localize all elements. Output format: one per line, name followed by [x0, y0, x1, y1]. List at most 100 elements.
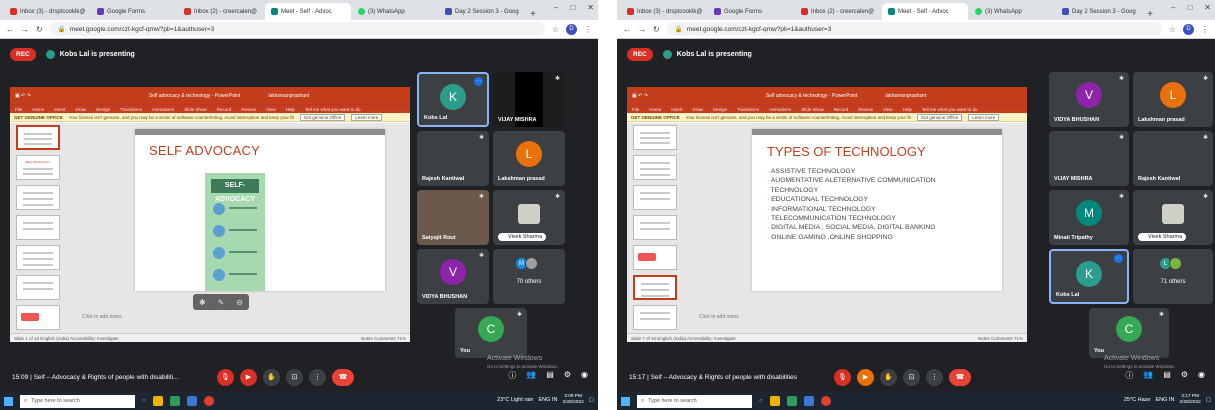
lock-icon[interactable]: ◉: [1198, 370, 1205, 381]
chat-icon[interactable]: ▤: [546, 370, 554, 381]
lock-icon[interactable]: ◉: [581, 370, 588, 381]
self-tile[interactable]: C ✱ You: [1089, 308, 1169, 358]
browser-tab[interactable]: Google Forms: [91, 3, 177, 20]
others-tile[interactable]: L 71 others: [1133, 249, 1213, 304]
minimize-icon[interactable]: –: [554, 3, 558, 12]
browser-tab[interactable]: Google Forms: [708, 3, 794, 20]
forward-icon[interactable]: →: [638, 25, 646, 34]
activities-icon[interactable]: ⚙: [1181, 370, 1188, 381]
participant-tile[interactable]: ✱ Rajesh Kantiwal: [1133, 131, 1213, 186]
leave-call-button[interactable]: ☎: [949, 368, 971, 386]
edge-icon[interactable]: [169, 396, 180, 406]
new-tab-button[interactable]: +: [1143, 9, 1157, 20]
browser-tab[interactable]: (3) WhatsApp: [969, 3, 1055, 20]
notification-icon[interactable]: ▢: [1206, 397, 1211, 403]
people-icon[interactable]: 👥: [1143, 370, 1153, 381]
explorer-icon[interactable]: [152, 396, 163, 406]
maximize-icon[interactable]: □: [1187, 3, 1192, 12]
url-input[interactable]: 🔒 meet.google.com/czt-kgcf-qmw?pli=1&auth…: [666, 22, 1162, 36]
profile-avatar[interactable]: D: [566, 23, 577, 35]
reload-icon[interactable]: ↻: [653, 25, 660, 34]
participant-tile[interactable]: V ✱ VIDYA BHUSHAN: [1049, 72, 1129, 127]
weather-widget[interactable]: 25°C Haze: [1124, 397, 1151, 403]
lang-indicator[interactable]: ENG IN: [539, 397, 558, 403]
url-input[interactable]: 🔒 meet.google.com/czt-kgcf-qmw?pli=1&auth…: [49, 22, 545, 36]
raise-hand-button[interactable]: ✋: [880, 368, 897, 386]
info-icon[interactable]: ⓘ: [1125, 370, 1133, 381]
participant-tile[interactable]: ✱ VIJAY MISHRA: [1049, 131, 1129, 186]
more-options-icon[interactable]: ⋯: [474, 77, 483, 86]
new-tab-button[interactable]: +: [526, 9, 540, 20]
camera-off-button[interactable]: ▶: [857, 368, 874, 386]
mic-off-button[interactable]: 🎙: [217, 368, 234, 386]
edge-icon[interactable]: [786, 396, 797, 406]
store-icon[interactable]: [186, 396, 197, 406]
participant-tile[interactable]: L ✱ Lakshman prasad: [1133, 72, 1213, 127]
participant-tile[interactable]: M ✱ Minati Tripathy: [1049, 190, 1129, 245]
activities-icon[interactable]: ⚙: [564, 370, 571, 381]
self-tile[interactable]: C ✱ You: [455, 308, 527, 358]
participant-tile[interactable]: V ✱ VIDYA BHUSHAN: [417, 249, 489, 304]
close-icon[interactable]: ✕: [587, 3, 594, 12]
browser-tab[interactable]: Day 2 Session 3 - Goog: [1056, 3, 1142, 20]
participant-tile[interactable]: ✱ VIJAY MISHRA: [493, 72, 565, 127]
browser-tab[interactable]: Inbox (3) - drsptcooklk@: [621, 3, 707, 20]
explorer-icon[interactable]: [769, 396, 780, 406]
taskview-icon[interactable]: ○: [142, 398, 146, 404]
mic-off-button[interactable]: 🎙: [834, 368, 851, 386]
others-tile[interactable]: M 70 others: [493, 249, 565, 304]
notification-icon[interactable]: ▢: [589, 397, 594, 403]
browser-tab[interactable]: Inbox (3) - drsptcooklk@: [4, 3, 90, 20]
chat-icon[interactable]: ▤: [1163, 370, 1171, 381]
participant-tile[interactable]: K ⋯ Kobs Lal: [417, 72, 489, 127]
maximize-icon[interactable]: □: [570, 3, 575, 12]
browser-tab-active[interactable]: Meet - Self - Advoc: [882, 3, 968, 20]
participant-tile[interactable]: ✱ Satyajit Rout: [417, 190, 489, 245]
minimize-icon[interactable]: –: [1171, 3, 1175, 12]
back-icon[interactable]: ←: [6, 25, 14, 34]
browser-tab[interactable]: Inbox (2) - creercalen@: [178, 3, 264, 20]
menu-icon[interactable]: ⋮: [584, 25, 592, 34]
chrome-icon[interactable]: [820, 396, 831, 406]
windows-start-icon[interactable]: [621, 396, 630, 406]
close-icon[interactable]: ✕: [1204, 3, 1211, 12]
taskview-icon[interactable]: ○: [759, 398, 763, 404]
minus-icon[interactable]: ⊖: [236, 298, 243, 307]
chrome-icon[interactable]: [203, 396, 214, 406]
pin-icon[interactable]: ✱: [199, 298, 206, 307]
leave-call-button[interactable]: ☎: [332, 368, 354, 386]
star-icon[interactable]: ☆: [552, 25, 559, 34]
browser-tab[interactable]: Day 2 Session 3 - Goog: [439, 3, 525, 20]
participant-tile[interactable]: L Lakshman prasad: [493, 131, 565, 186]
star-icon[interactable]: ☆: [1169, 25, 1176, 34]
store-icon[interactable]: [803, 396, 814, 406]
participant-tile[interactable]: K ⋯ Kobs Lal: [1049, 249, 1129, 304]
lang-indicator[interactable]: ENG IN: [1156, 397, 1175, 403]
menu-icon[interactable]: ⋮: [1201, 25, 1209, 34]
browser-tab-active[interactable]: Meet - Self - Advoc: [265, 3, 351, 20]
clock[interactable]: 3:17 PM 2/28/2022: [1179, 394, 1200, 406]
forward-icon[interactable]: →: [21, 25, 29, 34]
present-button[interactable]: ⊡: [286, 368, 303, 386]
clock[interactable]: 3:09 PM 2/28/2022: [562, 394, 583, 406]
windows-start-icon[interactable]: [4, 396, 13, 406]
participant-tile[interactable]: ✱ Vivek Sharma: [493, 190, 565, 245]
mic-off-icon[interactable]: ✎: [218, 298, 225, 307]
reload-icon[interactable]: ↻: [36, 25, 43, 34]
browser-tab[interactable]: Inbox (2) - creercalen@: [795, 3, 881, 20]
people-icon[interactable]: 👥: [526, 370, 536, 381]
browser-tab[interactable]: (3) WhatsApp: [352, 3, 438, 20]
present-button[interactable]: ⊡: [903, 368, 920, 386]
raise-hand-button[interactable]: ✋: [263, 368, 280, 386]
more-options-button[interactable]: ⋮: [309, 368, 326, 386]
back-icon[interactable]: ←: [623, 25, 631, 34]
taskbar-search[interactable]: ⌕ Type here to search: [637, 394, 752, 408]
more-options-icon[interactable]: ⋯: [1114, 254, 1123, 263]
info-icon[interactable]: ⓘ: [508, 370, 516, 381]
profile-avatar[interactable]: D: [1183, 23, 1194, 35]
participant-tile[interactable]: ✱ Rajesh Kantiwal: [417, 131, 489, 186]
participant-tile[interactable]: ✱ Vivek Sharma: [1133, 190, 1213, 245]
taskbar-search[interactable]: ⌕ Type here to search: [20, 394, 135, 408]
weather-widget[interactable]: 23°C Light rain: [497, 397, 533, 403]
camera-off-button[interactable]: ▶: [240, 368, 257, 386]
